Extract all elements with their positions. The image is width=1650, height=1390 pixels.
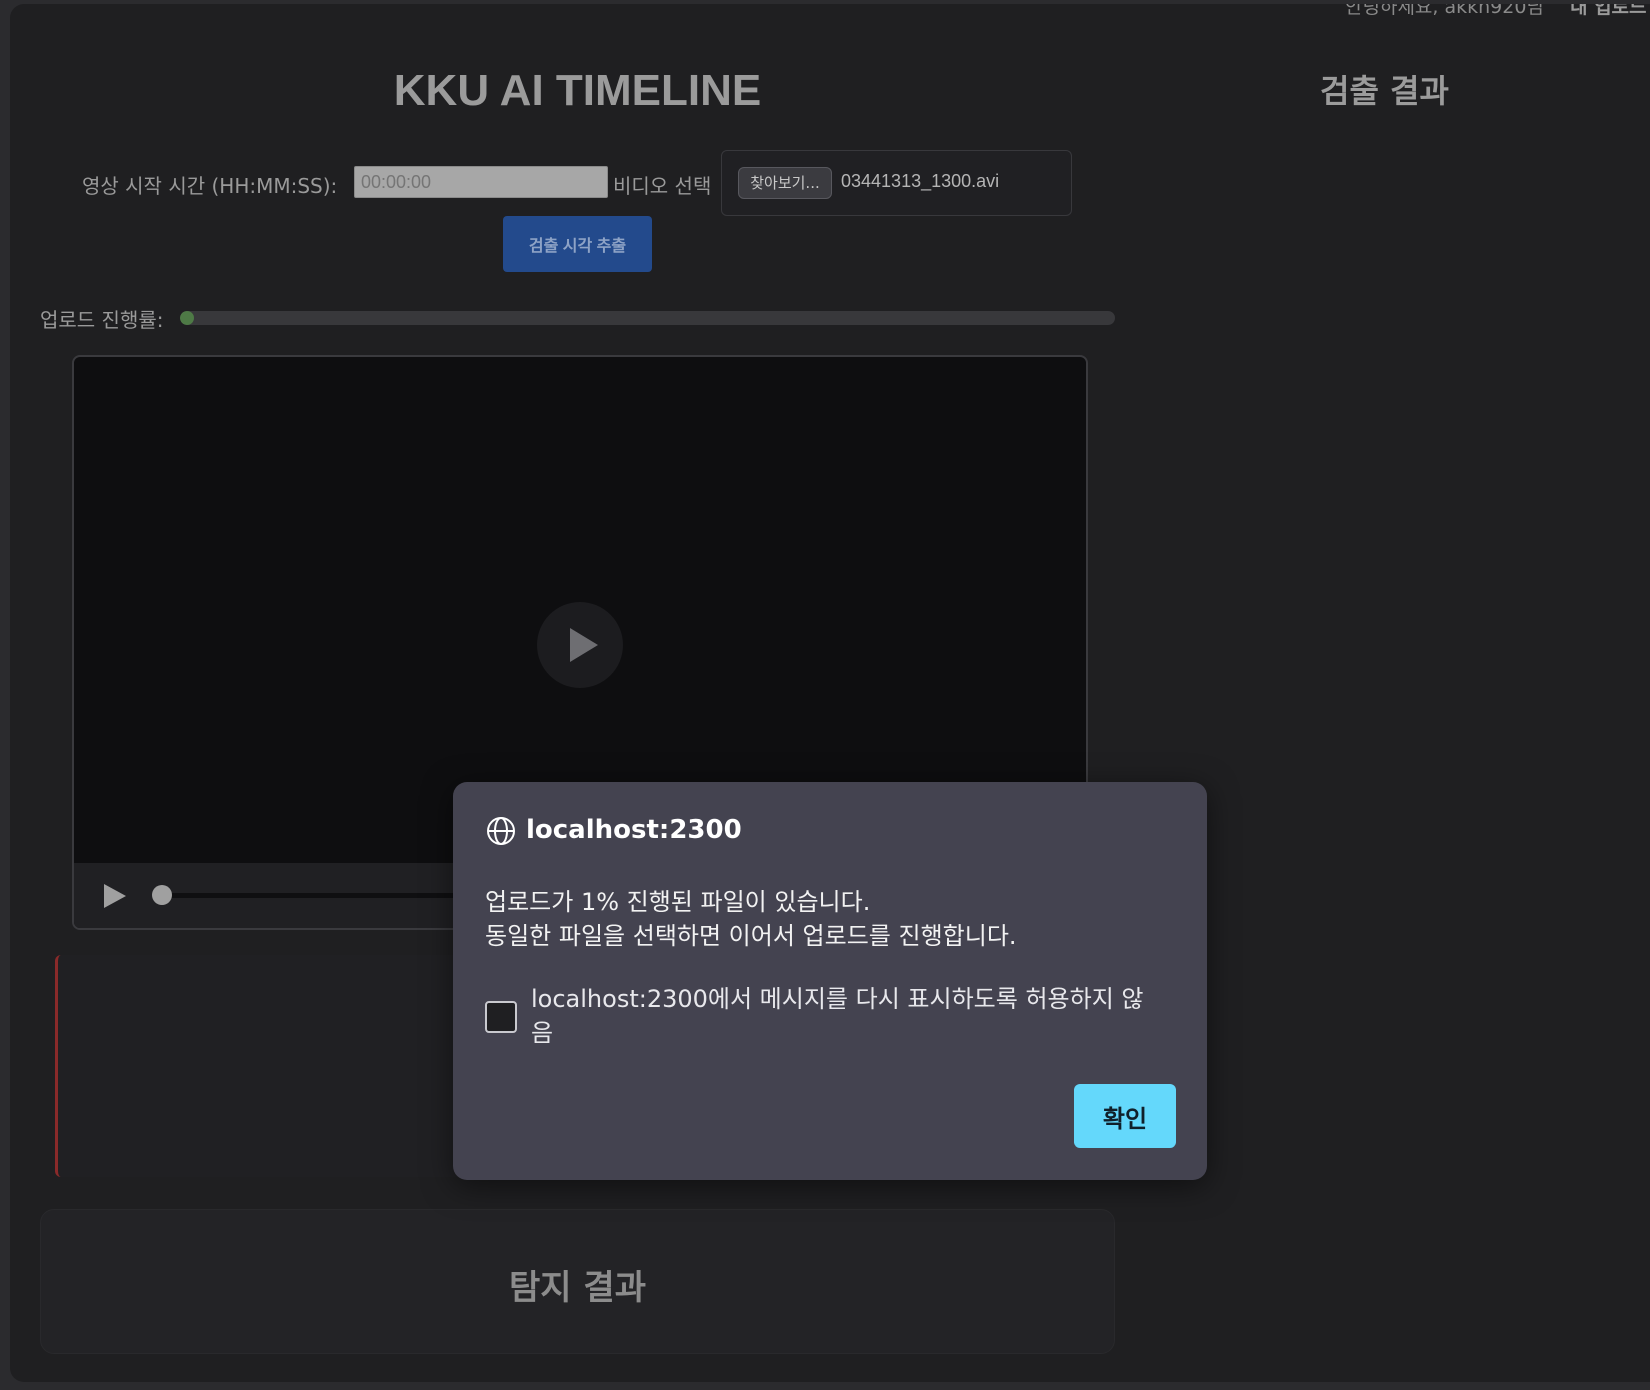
upload-progress-bar	[180, 311, 1115, 325]
upload-progress-label: 업로드 진행률:	[40, 308, 164, 332]
dialog-message-line: 업로드가 1% 진행된 파일이 있습니다.	[485, 888, 871, 916]
dialog-message-line: 동일한 파일을 선택하면 이어서 업로드를 진행합니다.	[485, 922, 1017, 950]
seek-handle[interactable]	[152, 885, 172, 905]
user-bar: 안녕하세요, akkn920님 내 업로드	[1345, 4, 1647, 19]
upload-progress-fill	[180, 311, 194, 325]
my-uploads-link[interactable]: 내 업로드	[1570, 4, 1647, 18]
selected-file-name: 03441313_1300.avi	[841, 171, 1000, 191]
extract-button[interactable]: 검출 시각 추출	[503, 216, 652, 272]
suppress-checkbox-label[interactable]: localhost:2300에서 메시지를 다시 표시하도록 허용하지 않음	[531, 982, 1161, 1050]
video-select-label: 비디오 선택	[613, 174, 712, 198]
detection-results-panel: 탐지 결과	[40, 1209, 1115, 1354]
browse-button[interactable]: 찾아보기...	[738, 167, 832, 199]
user-greeting: 안녕하세요, akkn920님	[1345, 4, 1544, 18]
dialog-message: 업로드가 1% 진행된 파일이 있습니다. 동일한 파일을 선택하면 이어서 업…	[485, 885, 1017, 953]
app-title: KKU AI TIMELINE	[393, 66, 762, 115]
dialog-origin: localhost:2300	[526, 815, 742, 845]
play-icon[interactable]	[537, 602, 623, 688]
play-icon[interactable]	[104, 884, 126, 908]
ok-button[interactable]: 확인	[1074, 1084, 1176, 1148]
suppress-checkbox[interactable]	[485, 1001, 517, 1033]
results-title: 검출 결과	[1320, 72, 1449, 110]
detection-results-title: 탐지 결과	[509, 1268, 646, 1308]
alert-dialog: localhost:2300 업로드가 1% 진행된 파일이 있습니다. 동일한…	[453, 782, 1207, 1180]
globe-icon	[487, 817, 515, 845]
file-picker: 찾아보기... 03441313_1300.avi	[721, 150, 1072, 216]
start-time-label: 영상 시작 시간 (HH:MM:SS):	[82, 174, 338, 198]
start-time-input[interactable]	[354, 166, 608, 198]
